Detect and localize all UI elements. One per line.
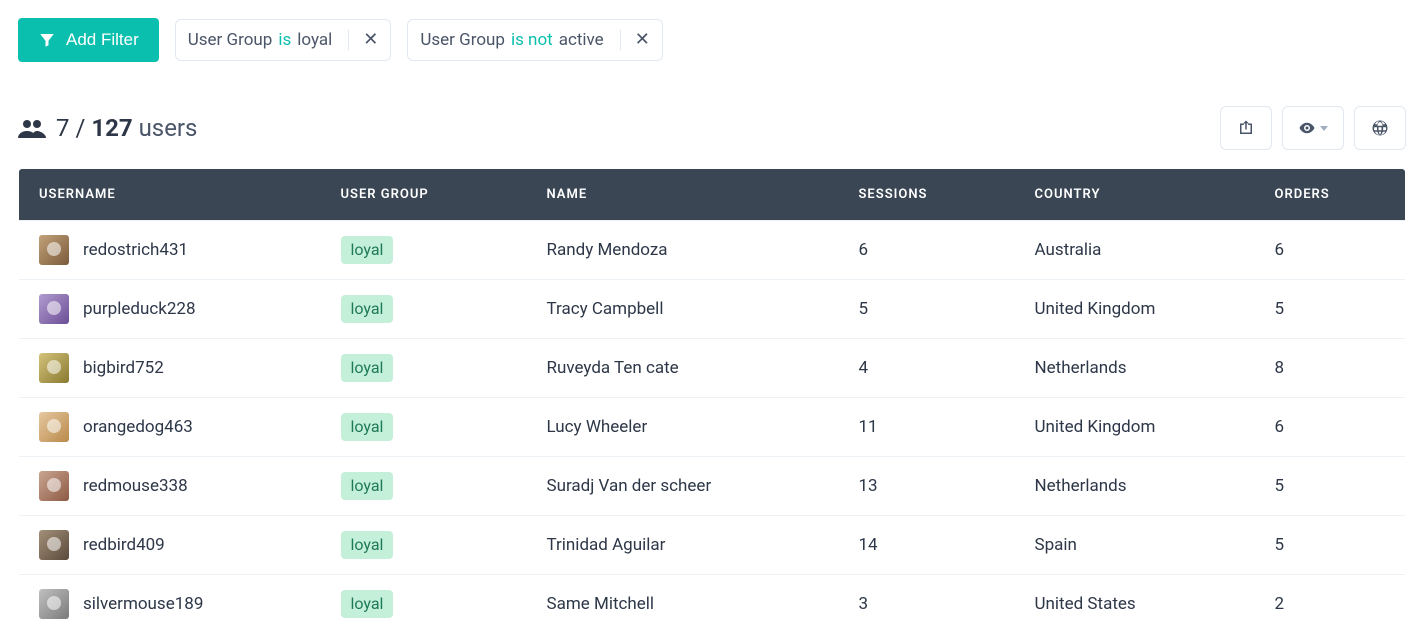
column-header-orders[interactable]: ORDERS xyxy=(1255,169,1406,221)
orders-cell: 5 xyxy=(1255,516,1406,575)
country-cell: Netherlands xyxy=(1015,457,1255,516)
name-cell: Ruveyda Ten cate xyxy=(527,339,839,398)
country-cell: Spain xyxy=(1015,516,1255,575)
count-shown: 7 xyxy=(56,114,70,142)
country-cell: United Kingdom xyxy=(1015,398,1255,457)
user-group-badge: loyal xyxy=(341,531,394,558)
filter-chip-remove-icon[interactable]: ✕ xyxy=(635,31,650,49)
name-cell: Tracy Campbell xyxy=(527,280,839,339)
username-text: orangedog463 xyxy=(83,417,193,437)
column-header-country[interactable]: COUNTRY xyxy=(1015,169,1255,221)
avatar xyxy=(39,471,69,501)
avatar xyxy=(39,530,69,560)
username-text: redmouse338 xyxy=(83,476,188,496)
user-count-summary: 7 / 127 users xyxy=(18,114,197,142)
column-header-name[interactable]: NAME xyxy=(527,169,839,221)
user-group-badge: loyal xyxy=(341,295,394,322)
visibility-dropdown-button[interactable] xyxy=(1282,106,1344,150)
users-icon xyxy=(18,118,46,138)
table-row[interactable]: redbird409 loyal Trinidad Aguilar14Spain5 xyxy=(19,516,1406,575)
filter-chip-value: loyal xyxy=(297,30,332,50)
sessions-cell: 4 xyxy=(839,339,1015,398)
username-text: bigbird752 xyxy=(83,358,164,378)
users-table: USERNAME USER GROUP NAME SESSIONS COUNTR… xyxy=(18,168,1406,634)
name-cell: Trinidad Aguilar xyxy=(527,516,839,575)
user-group-badge: loyal xyxy=(341,590,394,617)
avatar xyxy=(39,294,69,324)
user-group-badge: loyal xyxy=(341,413,394,440)
orders-cell: 6 xyxy=(1255,398,1406,457)
filter-chip[interactable]: User Group is loyal ✕ xyxy=(175,19,392,61)
users-label: users xyxy=(139,114,198,142)
orders-cell: 5 xyxy=(1255,457,1406,516)
filter-chip-field: User Group xyxy=(188,30,273,50)
avatar xyxy=(39,353,69,383)
add-filter-button[interactable]: Add Filter xyxy=(18,18,159,62)
name-cell: Same Mitchell xyxy=(527,575,839,634)
count-total: 127 xyxy=(91,114,132,142)
country-cell: United Kingdom xyxy=(1015,280,1255,339)
user-group-badge: loyal xyxy=(341,472,394,499)
user-group-badge: loyal xyxy=(341,236,394,263)
username-text: redbird409 xyxy=(83,535,165,555)
table-header: USERNAME USER GROUP NAME SESSIONS COUNTR… xyxy=(19,169,1406,221)
sessions-cell: 11 xyxy=(839,398,1015,457)
orders-cell: 8 xyxy=(1255,339,1406,398)
sessions-cell: 14 xyxy=(839,516,1015,575)
filter-chip-operator: is xyxy=(278,30,291,50)
filter-chip-remove-icon[interactable]: ✕ xyxy=(363,31,378,49)
orders-cell: 6 xyxy=(1255,221,1406,280)
summary-row: 7 / 127 users xyxy=(18,106,1406,150)
export-button[interactable] xyxy=(1220,106,1272,150)
sessions-cell: 3 xyxy=(839,575,1015,634)
avatar xyxy=(39,235,69,265)
globe-icon xyxy=(1371,119,1389,137)
table-row[interactable]: orangedog463 loyal Lucy Wheeler11United Ki… xyxy=(19,398,1406,457)
filter-chip[interactable]: User Group is not active ✕ xyxy=(407,19,662,61)
filter-chip-operator: is not xyxy=(511,30,553,50)
eye-icon xyxy=(1298,119,1316,137)
orders-cell: 2 xyxy=(1255,575,1406,634)
name-cell: Lucy Wheeler xyxy=(527,398,839,457)
count-separator: / xyxy=(75,114,85,142)
country-cell: United States xyxy=(1015,575,1255,634)
filter-chip-divider xyxy=(348,30,349,50)
filter-chip-value: active xyxy=(559,30,604,50)
username-text: silvermouse189 xyxy=(83,594,203,614)
table-row[interactable]: redostrich431loyalRandy Mendoza6Australi… xyxy=(19,221,1406,280)
avatar xyxy=(39,589,69,619)
filter-chip-field: User Group xyxy=(420,30,505,50)
table-row[interactable]: purpleduck228loyalTracy Campbell5United … xyxy=(19,280,1406,339)
sessions-cell: 5 xyxy=(839,280,1015,339)
country-cell: Australia xyxy=(1015,221,1255,280)
orders-cell: 5 xyxy=(1255,280,1406,339)
avatar xyxy=(39,412,69,442)
globe-button[interactable] xyxy=(1354,106,1406,150)
column-header-user-group[interactable]: USER GROUP xyxy=(321,169,527,221)
country-cell: Netherlands xyxy=(1015,339,1255,398)
username-text: purpleduck228 xyxy=(83,299,196,319)
filter-bar: Add Filter User Group is loyal ✕ User Gr… xyxy=(18,18,1406,62)
export-icon xyxy=(1237,119,1255,137)
name-cell: Randy Mendoza xyxy=(527,221,839,280)
username-text: redostrich431 xyxy=(83,240,188,260)
sessions-cell: 13 xyxy=(839,457,1015,516)
name-cell: Suradj Van der scheer xyxy=(527,457,839,516)
add-filter-label: Add Filter xyxy=(66,30,139,50)
user-group-badge: loyal xyxy=(341,354,394,381)
table-toolbar xyxy=(1220,106,1406,150)
filter-chip-divider xyxy=(620,30,621,50)
table-row[interactable]: silvermouse189 loyal Same Mitchell3United … xyxy=(19,575,1406,634)
sessions-cell: 6 xyxy=(839,221,1015,280)
filter-icon xyxy=(38,31,56,49)
chevron-down-icon xyxy=(1320,126,1328,131)
column-header-sessions[interactable]: SESSIONS xyxy=(839,169,1015,221)
table-row[interactable]: redmouse338 loyal Suradj Van der scheer13N… xyxy=(19,457,1406,516)
column-header-username[interactable]: USERNAME xyxy=(19,169,321,221)
table-row[interactable]: bigbird752 loyal Ruveyda Ten cate4Netherla… xyxy=(19,339,1406,398)
